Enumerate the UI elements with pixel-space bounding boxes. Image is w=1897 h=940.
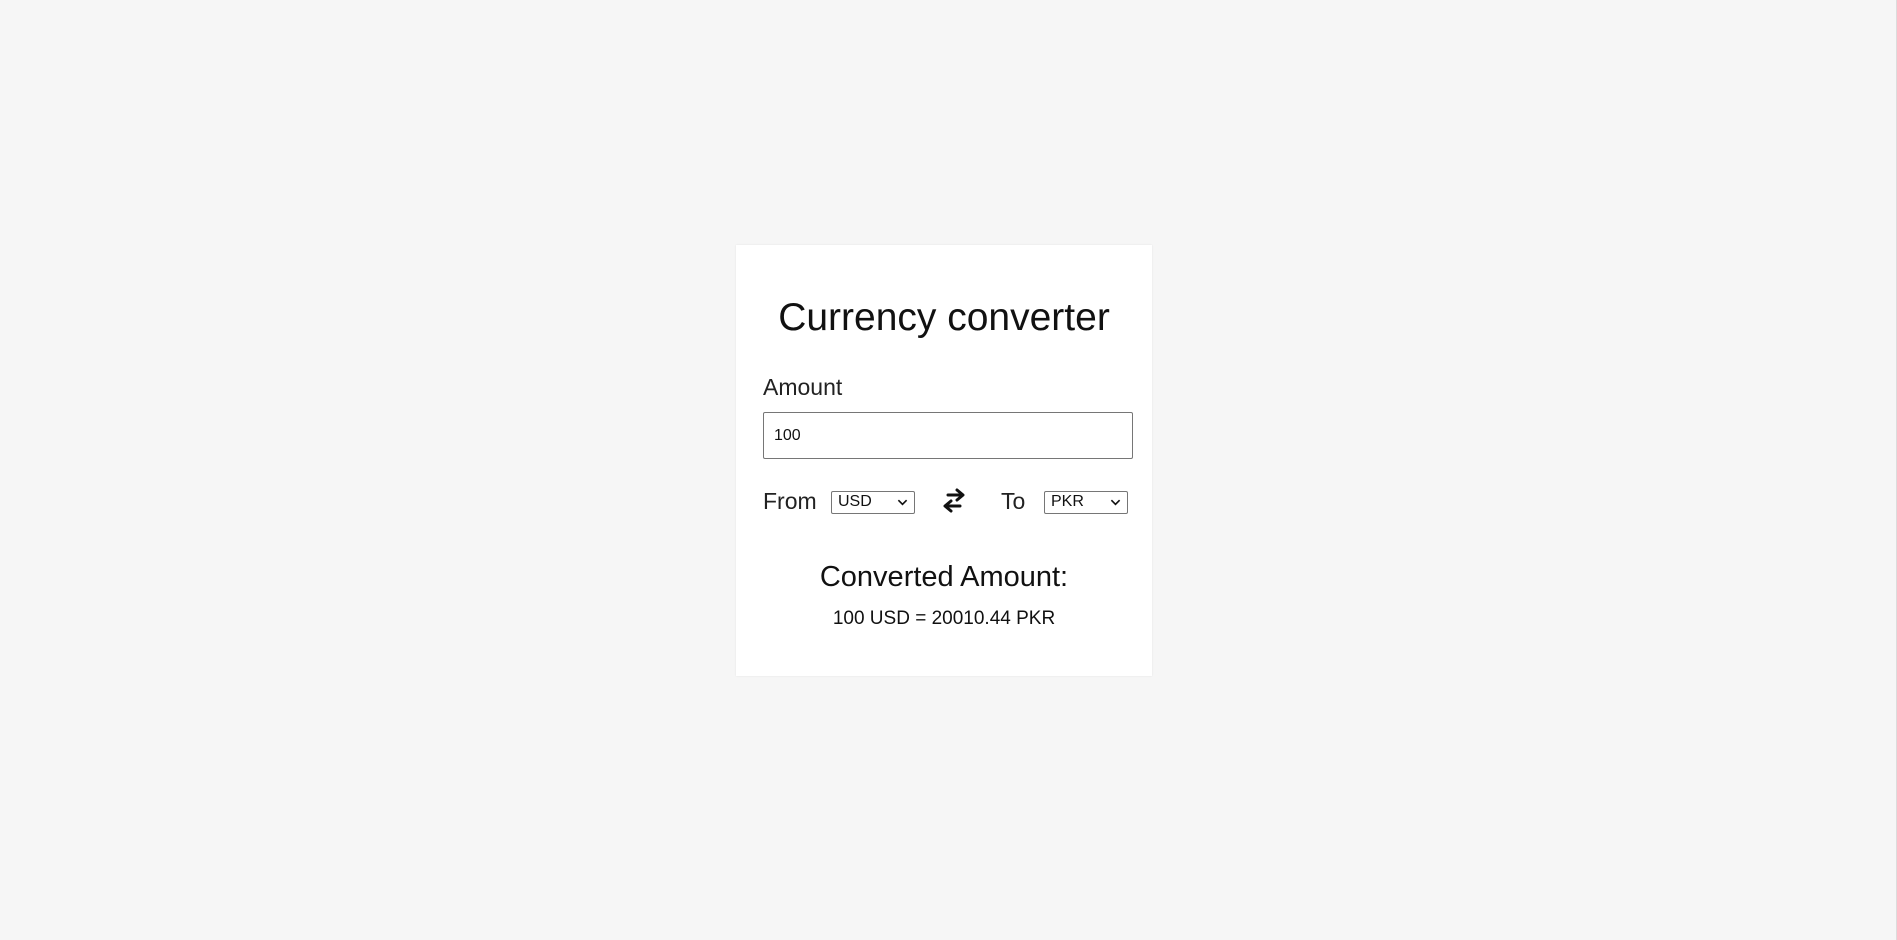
- to-currency-select[interactable]: PKR: [1044, 491, 1128, 514]
- to-currency-value: PKR: [1051, 493, 1084, 510]
- from-currency-value: USD: [838, 493, 872, 510]
- from-currency-select[interactable]: USD: [831, 491, 915, 514]
- from-label: From: [763, 488, 817, 514]
- chevron-down-icon: [1110, 499, 1121, 506]
- amount-input[interactable]: [763, 412, 1133, 459]
- amount-label: Amount: [763, 374, 843, 400]
- chevron-down-icon: [897, 499, 908, 506]
- converted-amount-result: 100 USD = 20010.44 PKR: [832, 608, 1056, 629]
- page-title: Currency converter: [778, 296, 1110, 339]
- currency-selection-row: From USD To PKR: [763, 482, 1133, 522]
- converter-card: Currency converter Amount From USD To PK…: [736, 245, 1152, 676]
- to-label: To: [1001, 488, 1026, 514]
- swap-arrows-icon[interactable]: [938, 485, 970, 517]
- converted-amount-heading: Converted Amount:: [819, 561, 1069, 593]
